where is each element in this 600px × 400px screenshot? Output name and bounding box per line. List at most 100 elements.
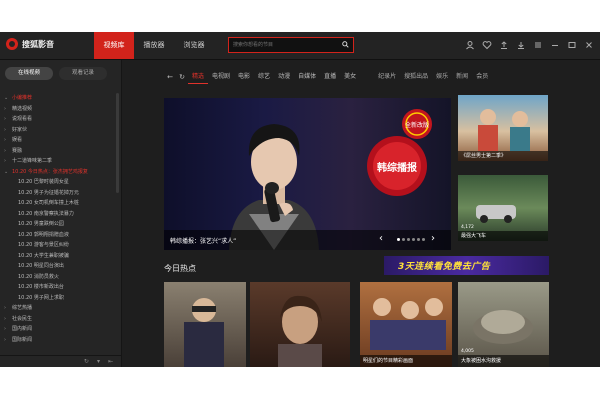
sidebar-item-label: 国际新闻	[12, 336, 33, 343]
ad-text: 3天连续看免费去广告	[398, 262, 491, 272]
category-tab[interactable]: 直播	[320, 70, 340, 84]
sidebar-item-label: 10.20 南京警察执法暴力	[18, 210, 74, 217]
search-input[interactable]	[233, 40, 333, 50]
category-tab[interactable]: 会员	[472, 70, 492, 84]
search-icon[interactable]	[342, 41, 349, 48]
tab-watch-history[interactable]: 观看记录	[59, 67, 107, 80]
sidebar-item[interactable]: 10.20 明星同台演出	[4, 261, 116, 272]
minimize-icon[interactable]	[550, 40, 560, 50]
sidebar-item[interactable]: ⌄ 小编推荐	[4, 93, 116, 104]
sidebar-item[interactable]: › 国际新闻	[4, 335, 116, 346]
sidebar-item[interactable]: 10.20 大学生兼职被骗	[4, 251, 116, 262]
sidebar-item[interactable]: 10.20 巴黎时装周女星	[4, 177, 116, 188]
sidebar-item[interactable]: 10.20 男童跌倒公园	[4, 219, 116, 230]
sidebar-item-label: 10.20 男子网上求职	[18, 294, 64, 301]
collapse-icon[interactable]: ⇤	[108, 358, 113, 365]
reload-icon[interactable]: ↻	[176, 73, 188, 81]
sidebar-item[interactable]: 10.20 郭明翔捐赠血液	[4, 230, 116, 241]
video-tile[interactable]: 4,005 大象被困水沟救援	[458, 282, 549, 367]
hero-banner[interactable]: 全新改版 韩综播报 韩综播报：张艺兴“求人” ‹ ›	[164, 98, 451, 250]
category-tab[interactable]: 精选	[188, 70, 209, 84]
carousel-dot[interactable]	[397, 238, 400, 241]
next-arrow-icon[interactable]: ›	[431, 233, 435, 244]
prev-arrow-icon[interactable]: ‹	[379, 233, 383, 244]
sidebar-item[interactable]: ⌄ 10.20 今日热点：张杰拥艺鸡报复	[4, 167, 116, 178]
app-window: 搜狐影音 视频库 播放器 浏览器 在线视频 观看记	[0, 32, 600, 367]
sidebar-item[interactable]: 10.20 男子为征婚花掉万元	[4, 188, 116, 199]
sidebar-item-label: 10.20 楼市新政出台	[18, 284, 64, 290]
ad-banner[interactable]: 3天连续看免费去广告	[384, 256, 549, 275]
close-icon[interactable]	[584, 40, 594, 50]
sidebar-footer: ↻ ▾ ⇤	[0, 355, 121, 367]
back-icon[interactable]: ←	[164, 73, 176, 81]
sidebar-item-label: 10.20 巴黎时装周女星	[18, 179, 69, 185]
carousel-dot[interactable]	[422, 238, 425, 241]
sidebar-item-label: 小编推荐	[12, 95, 33, 101]
category-tab[interactable]: 综艺	[254, 70, 274, 84]
sidebar-item[interactable]: 10.20 楼市新政出台	[4, 282, 116, 293]
sidebar-item-label: 综艺热播	[12, 305, 33, 311]
sidebar-item[interactable]: › 社会民生	[4, 314, 116, 325]
category-bar: ← ↻ 精选 电视剧 电影 综艺 动漫 自媒体 直播 美女 纪录片 搜狐出品 娱乐 新闻 会员	[164, 70, 492, 84]
user-icon[interactable]	[465, 40, 475, 50]
chevron-down-icon: ⌄	[4, 95, 9, 101]
favorite-icon[interactable]	[482, 40, 492, 50]
category-tab[interactable]: 新闻	[452, 70, 472, 84]
sidebar-item[interactable]: › 说观看看	[4, 114, 116, 125]
refresh-icon[interactable]: ↻	[84, 358, 89, 365]
category-tab[interactable]: 搜狐出品	[400, 70, 432, 84]
category-tab[interactable]: 娱乐	[432, 70, 452, 84]
sidebar-item[interactable]: 10.20 女司机倒车撞上木桩	[4, 198, 116, 209]
upload-icon[interactable]	[499, 40, 509, 50]
banner-caption: 韩综播报：张艺兴“求人”	[170, 238, 237, 245]
category-tab[interactable]: 自媒体	[294, 70, 320, 84]
thumbnail-title: 最强大飞车	[458, 231, 548, 241]
carousel-dot[interactable]	[402, 238, 405, 241]
sidebar-item[interactable]: › 好家伙	[4, 125, 116, 136]
sidebar-item-label: 10.20 女司机倒车撞上木桩	[18, 200, 79, 206]
category-tab[interactable]: 电影	[234, 70, 254, 84]
tab-browser[interactable]: 浏览器	[174, 32, 214, 59]
sidebar-item[interactable]: › 精选视频	[4, 104, 116, 115]
sidebar-scrollbar[interactable]	[116, 93, 119, 193]
tab-online-video[interactable]: 在线视频	[5, 67, 53, 80]
tab-video-library[interactable]: 视频库	[94, 32, 134, 59]
sidebar-item[interactable]: › 十二道锋味第二季	[4, 156, 116, 167]
sidebar-item[interactable]: › 娱看	[4, 135, 116, 146]
video-tile[interactable]	[250, 282, 350, 367]
chevron-right-icon: ›	[4, 137, 6, 143]
tile-title: 大象被困水沟救援	[458, 355, 549, 367]
menu-icon[interactable]	[533, 40, 543, 50]
carousel-dot[interactable]	[412, 238, 415, 241]
banner-caption-bar: 韩综播报：张艺兴“求人” ‹ ›	[164, 230, 451, 250]
download-icon[interactable]	[516, 40, 526, 50]
dropdown-icon[interactable]: ▾	[97, 358, 100, 365]
sidebar-item[interactable]: › 国内新闻	[4, 324, 116, 335]
carousel-dot[interactable]	[417, 238, 420, 241]
carousel-dot[interactable]	[407, 238, 410, 241]
chevron-right-icon: ›	[4, 158, 6, 164]
thumbnail-card[interactable]: 4,172 最强大飞车	[458, 175, 548, 241]
thumbnail-card[interactable]: 《屌丝男士第二季》	[458, 95, 548, 161]
category-tab[interactable]: 动漫	[274, 70, 294, 84]
tab-player[interactable]: 播放器	[134, 32, 174, 59]
view-count: 4,005	[461, 349, 474, 354]
sidebar-item[interactable]: 10.20 南京警察执法暴力	[4, 209, 116, 220]
category-tab[interactable]: 电视剧	[208, 70, 234, 84]
sidebar-item-label: 10.20 男童跌倒公园	[18, 221, 64, 227]
maximize-icon[interactable]	[567, 40, 577, 50]
sidebar-item[interactable]: › 综艺热播	[4, 303, 116, 314]
sidebar-item-label: 10.20 今日热点：张杰拥艺鸡报复	[12, 168, 88, 175]
sidebar: 在线视频 观看记录 ⌄ 小编推荐 › 精选视频 › 说观看看 › 好家伙 › 娱看 › 赛融 › 十二道锋…	[0, 60, 122, 367]
sidebar-item[interactable]: › 赛融	[4, 146, 116, 157]
badge-text: 全新改版	[405, 121, 429, 129]
sidebar-item[interactable]: 10.20 消防员救火	[4, 272, 116, 283]
category-tab[interactable]: 美女	[340, 70, 360, 84]
tile-image	[278, 295, 322, 367]
app-name: 搜狐影音	[22, 39, 54, 49]
category-tab[interactable]: 纪录片	[374, 70, 400, 84]
sidebar-item[interactable]: 10.20 游客与景区纠纷	[4, 240, 116, 251]
video-tile[interactable]	[164, 282, 246, 367]
video-tile[interactable]: 明星们的节目精彩画面	[360, 282, 452, 367]
sidebar-item[interactable]: 10.20 男子网上求职	[4, 293, 116, 304]
